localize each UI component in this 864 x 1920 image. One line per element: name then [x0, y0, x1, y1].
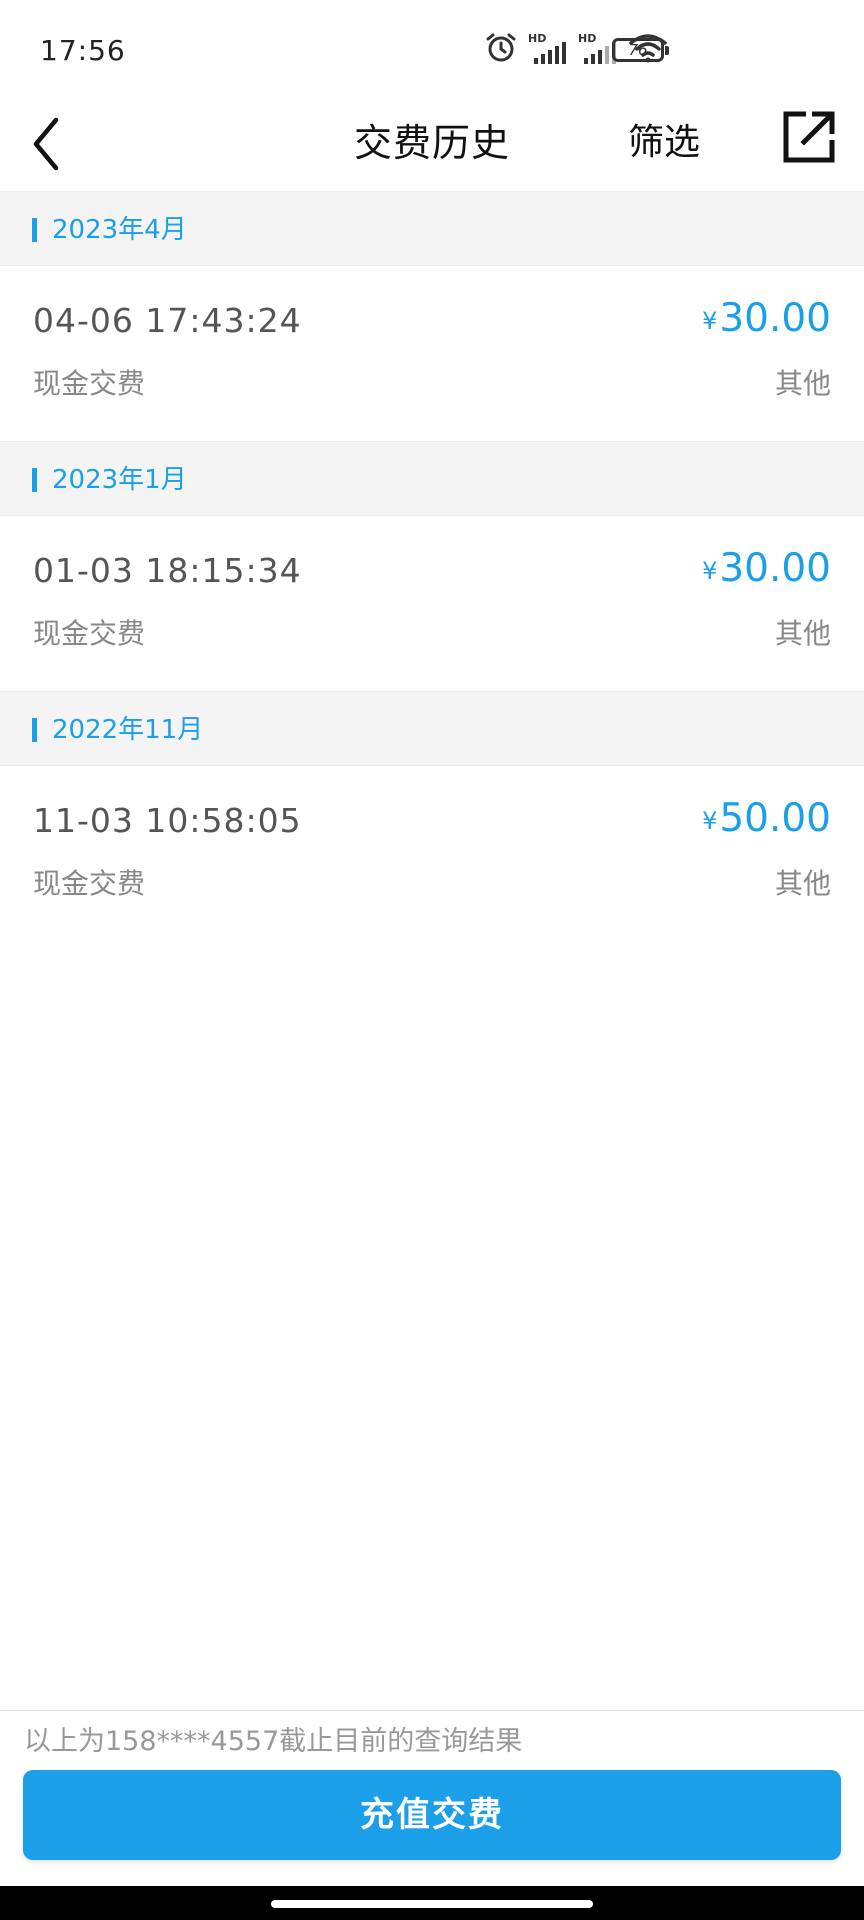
record-method: 现金交费 [33, 617, 146, 650]
payment-history-list: 2023年4月 04-06 17:43:24 ¥30.00 现金交费 其他 20… [0, 191, 864, 941]
record-category: 其他 [774, 367, 831, 400]
chevron-left-icon [33, 117, 59, 171]
home-indicator[interactable] [271, 1900, 593, 1908]
battery-icon: 76 [612, 38, 669, 62]
record-amount: ¥30.00 [702, 544, 831, 601]
alarm-icon [484, 31, 518, 69]
record-method: 现金交费 [33, 367, 146, 400]
month-label: 2023年4月 [52, 215, 187, 245]
payment-record[interactable]: 11-03 10:58:05 ¥50.00 现金交费 其他 [0, 766, 864, 941]
record-amount: ¥30.00 [702, 294, 831, 351]
status-bar: 17:56 HD HD 76 [0, 0, 864, 96]
month-accent-bar [32, 218, 37, 242]
amount-value: 30.00 [719, 296, 831, 341]
month-accent-bar [32, 468, 37, 492]
share-button[interactable] [778, 106, 840, 168]
record-time: 01-03 18:15:34 [33, 551, 302, 590]
month-label: 2022年11月 [52, 715, 204, 745]
month-label: 2023年1月 [52, 465, 187, 495]
back-button[interactable] [24, 108, 96, 180]
signal-icon: HD [528, 32, 568, 66]
payment-record[interactable]: 04-06 17:43:24 ¥30.00 现金交费 其他 [0, 266, 864, 441]
record-time: 04-06 17:43:24 [33, 301, 302, 340]
amount-value: 30.00 [719, 546, 831, 591]
currency-symbol: ¥ [702, 807, 718, 835]
record-method: 现金交费 [33, 867, 146, 900]
record-amount: ¥50.00 [702, 794, 831, 851]
record-time: 11-03 10:58:05 [33, 801, 302, 840]
filter-button[interactable]: 筛选 [628, 110, 700, 176]
currency-symbol: ¥ [702, 307, 718, 335]
month-accent-bar [32, 718, 37, 742]
record-category: 其他 [774, 617, 831, 650]
status-time: 17:56 [40, 34, 126, 67]
query-result-note: 以上为158****4557截止目前的查询结果 [24, 1726, 523, 1757]
payment-record[interactable]: 01-03 18:15:34 ¥30.00 现金交费 其他 [0, 516, 864, 691]
footer-divider [0, 1710, 864, 1711]
page-title: 交费历史 [353, 121, 510, 165]
record-category: 其他 [774, 867, 831, 900]
recharge-button[interactable]: 充值交费 [23, 1770, 841, 1860]
share-export-icon [783, 111, 835, 163]
amount-value: 50.00 [719, 796, 831, 841]
month-header: 2022年11月 [0, 691, 864, 766]
nav-header: 交费历史 筛选 [0, 96, 864, 192]
month-header: 2023年1月 [0, 441, 864, 516]
month-header: 2023年4月 [0, 191, 864, 266]
battery-level: 76 [628, 41, 648, 59]
currency-symbol: ¥ [702, 557, 718, 585]
